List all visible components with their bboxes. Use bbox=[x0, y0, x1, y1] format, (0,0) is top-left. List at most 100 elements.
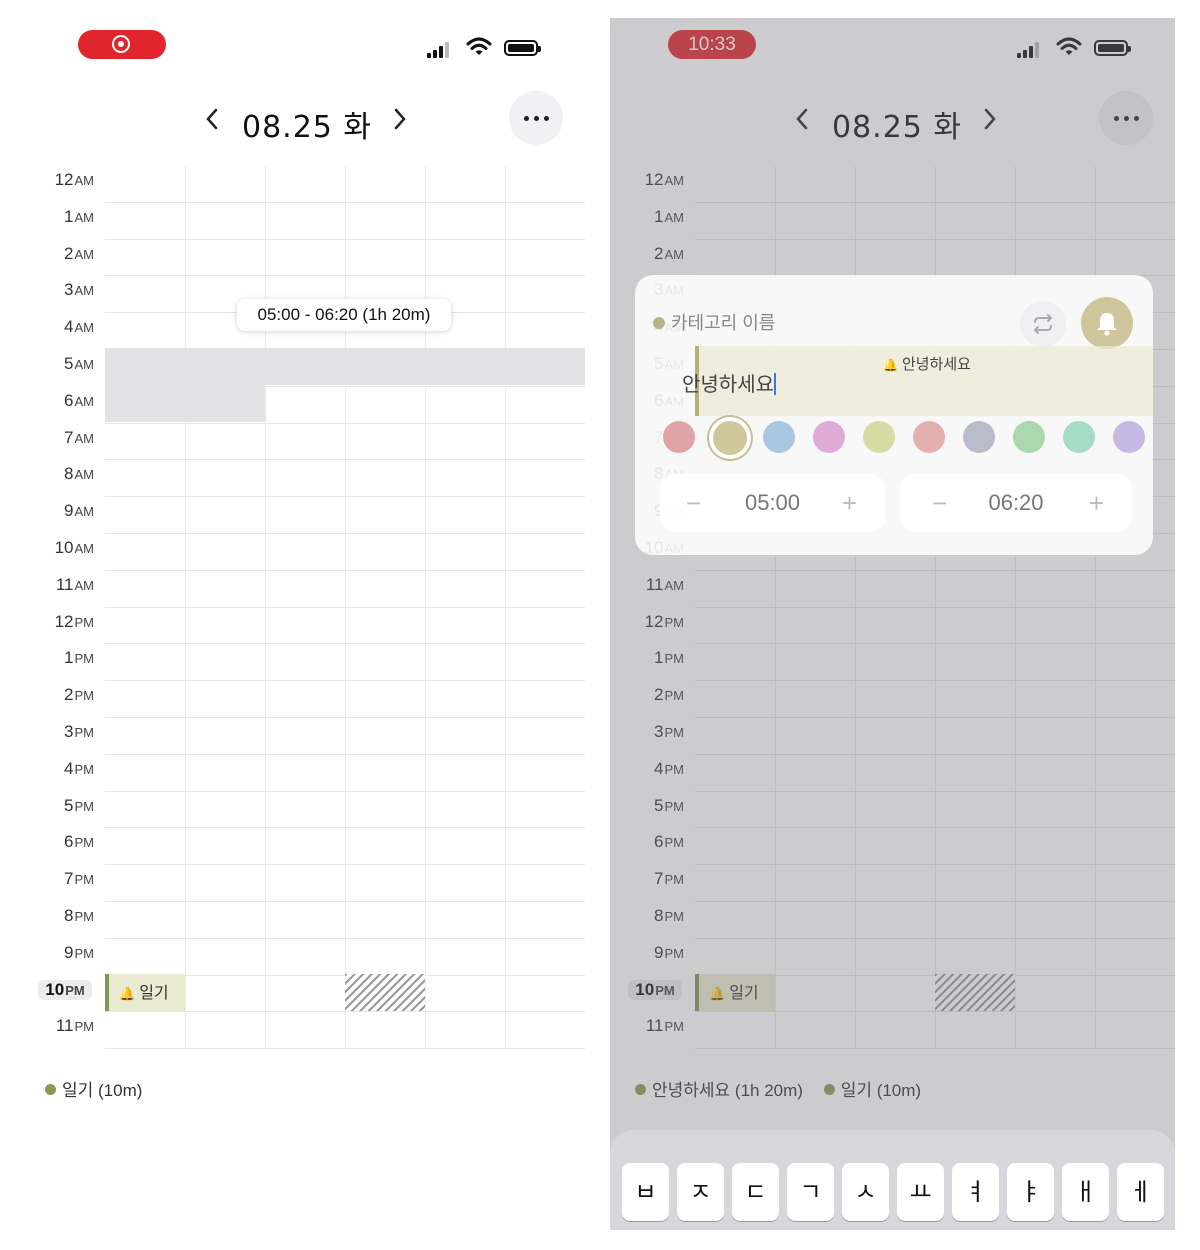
color-swatch[interactable] bbox=[963, 421, 995, 453]
hour-number: 8 bbox=[64, 906, 74, 925]
keyboard-key[interactable]: ㅕ bbox=[952, 1163, 999, 1221]
date-title[interactable]: 08.25 화 bbox=[242, 102, 372, 146]
color-swatch[interactable] bbox=[1063, 421, 1095, 453]
hour-period: PM bbox=[74, 945, 95, 961]
hour-gridline bbox=[105, 422, 585, 424]
bell-icon: 🔔 bbox=[883, 358, 898, 372]
repeat-button[interactable] bbox=[1020, 301, 1066, 347]
hour-gridline bbox=[105, 569, 585, 571]
hour-label: 2AM bbox=[20, 244, 94, 264]
hour-number: 4 bbox=[64, 758, 74, 778]
keyboard-key[interactable]: ㅐ bbox=[1062, 1163, 1109, 1221]
korean-keyboard: ㅂㅈㄷㄱㅅㅛㅕㅑㅐㅔ bbox=[610, 1130, 1175, 1230]
keyboard-key[interactable]: ㅛ bbox=[897, 1163, 944, 1221]
hour-gridline bbox=[105, 864, 585, 866]
hour-number: 6 bbox=[64, 390, 74, 410]
event-preview: 🔔 안녕하세요 bbox=[883, 353, 971, 374]
hour-number: 2 bbox=[64, 243, 74, 263]
end-plus-button[interactable]: + bbox=[1089, 488, 1104, 519]
hour-gridline bbox=[105, 680, 585, 682]
chevron-left-icon[interactable] bbox=[198, 104, 226, 134]
hour-label: 1PM bbox=[20, 648, 94, 668]
hour-period: AM bbox=[74, 467, 95, 483]
color-swatch[interactable] bbox=[1113, 421, 1145, 453]
hour-period: PM bbox=[74, 725, 95, 740]
keyboard-key[interactable]: ㅈ bbox=[677, 1163, 724, 1221]
keyboard-key[interactable]: ㅑ bbox=[1007, 1163, 1054, 1221]
alarm-toggle-button[interactable] bbox=[1081, 297, 1133, 349]
keyboard-key[interactable]: ㅂ bbox=[622, 1163, 669, 1221]
modal-backdrop[interactable] bbox=[610, 18, 1175, 1230]
category-placeholder: 카테고리 이름 bbox=[671, 313, 776, 333]
hour-number: 12 bbox=[54, 611, 74, 631]
hour-number: 11 bbox=[55, 574, 74, 594]
repeat-icon bbox=[1033, 314, 1053, 334]
left-screen: 08.25 화 12AM 1AM 2AM 3AM 4AM 5AM 6AM 7AM 8AM 9AM 1… bbox=[20, 18, 585, 1230]
color-swatch[interactable] bbox=[863, 421, 895, 453]
keyboard-key[interactable]: ㄱ bbox=[787, 1163, 834, 1221]
hour-label: 7AM bbox=[20, 428, 94, 448]
hour-period: PM bbox=[74, 872, 95, 888]
hour-gridline bbox=[105, 606, 585, 608]
daily-summary: 일기 (10m) bbox=[45, 1076, 142, 1101]
time-range-tooltip: 05:00 - 06:20 (1h 20m) bbox=[237, 299, 451, 331]
hour-number: 10 bbox=[54, 538, 74, 557]
hour-label: 6PM bbox=[20, 832, 94, 852]
hour-number: 7 bbox=[64, 427, 74, 447]
hour-period: AM bbox=[74, 577, 95, 593]
hour-period: PM bbox=[74, 761, 95, 777]
hour-label: 2PM bbox=[20, 685, 94, 705]
event-editor-card: 카테고리 이름 안녕하세요 🔔 안녕하세요 − 05:00 + − 06:20 … bbox=[635, 275, 1153, 555]
color-swatch[interactable] bbox=[913, 421, 945, 453]
hour-number: 9 bbox=[64, 501, 74, 521]
selected-range-block-end[interactable] bbox=[105, 385, 265, 422]
color-swatch[interactable] bbox=[663, 421, 695, 453]
title-text: 안녕하세요 bbox=[682, 374, 774, 396]
more-options-button[interactable] bbox=[509, 91, 563, 145]
hour-number: 5 bbox=[64, 354, 74, 373]
hour-gridline bbox=[105, 496, 585, 498]
hour-label: 8AM bbox=[20, 464, 94, 484]
color-swatch[interactable] bbox=[713, 421, 747, 455]
battery-icon bbox=[504, 40, 541, 56]
chevron-right-icon[interactable] bbox=[386, 104, 414, 134]
hour-number: 12 bbox=[54, 170, 74, 189]
hour-label: 10AM bbox=[20, 538, 94, 558]
hour-number: 1 bbox=[64, 206, 74, 226]
hour-number: 4 bbox=[64, 317, 74, 337]
selected-range-block[interactable] bbox=[105, 348, 585, 385]
hour-period: PM bbox=[74, 688, 95, 704]
record-icon bbox=[112, 35, 130, 53]
category-dot bbox=[45, 1084, 56, 1095]
keyboard-key[interactable]: ㅔ bbox=[1117, 1163, 1164, 1221]
hour-number: 10 bbox=[45, 979, 65, 999]
color-swatch[interactable] bbox=[813, 421, 845, 453]
hour-gridline bbox=[105, 937, 585, 939]
hour-label: 12PM bbox=[20, 612, 94, 632]
hour-period: AM bbox=[74, 430, 95, 446]
hour-period: PM bbox=[74, 614, 95, 630]
color-swatch[interactable] bbox=[763, 421, 795, 453]
hour-period: PM bbox=[74, 798, 95, 814]
summary-item[interactable]: 일기 (10m) bbox=[62, 1081, 142, 1100]
hour-gridline bbox=[105, 238, 585, 240]
category-field[interactable]: 카테고리 이름 bbox=[653, 309, 775, 335]
hour-number: 8 bbox=[64, 464, 74, 484]
start-plus-button[interactable]: + bbox=[842, 488, 857, 519]
keyboard-key[interactable]: ㄷ bbox=[732, 1163, 779, 1221]
right-screen: 10:33 08.25 화 12AM1AM2AM3AM4AM5AM6AM7AM8… bbox=[610, 18, 1175, 1230]
event-title-input[interactable]: 안녕하세요 bbox=[682, 368, 776, 397]
event-title: 일기 bbox=[139, 983, 169, 1002]
event-diary[interactable]: 🔔 일기 bbox=[105, 974, 185, 1011]
bell-icon: 🔔 bbox=[119, 987, 136, 1002]
color-swatch[interactable] bbox=[1013, 421, 1045, 453]
screen-recording-indicator[interactable] bbox=[78, 30, 166, 59]
hour-label: 9PM bbox=[20, 943, 94, 963]
hour-label: 3AM bbox=[20, 280, 94, 300]
hour-period: AM bbox=[74, 541, 95, 556]
status-bar bbox=[20, 18, 585, 78]
hour-label: 6AM bbox=[20, 391, 94, 411]
hour-period: AM bbox=[74, 246, 95, 262]
keyboard-key[interactable]: ㅅ bbox=[842, 1163, 889, 1221]
hour-period: PM bbox=[74, 835, 95, 851]
